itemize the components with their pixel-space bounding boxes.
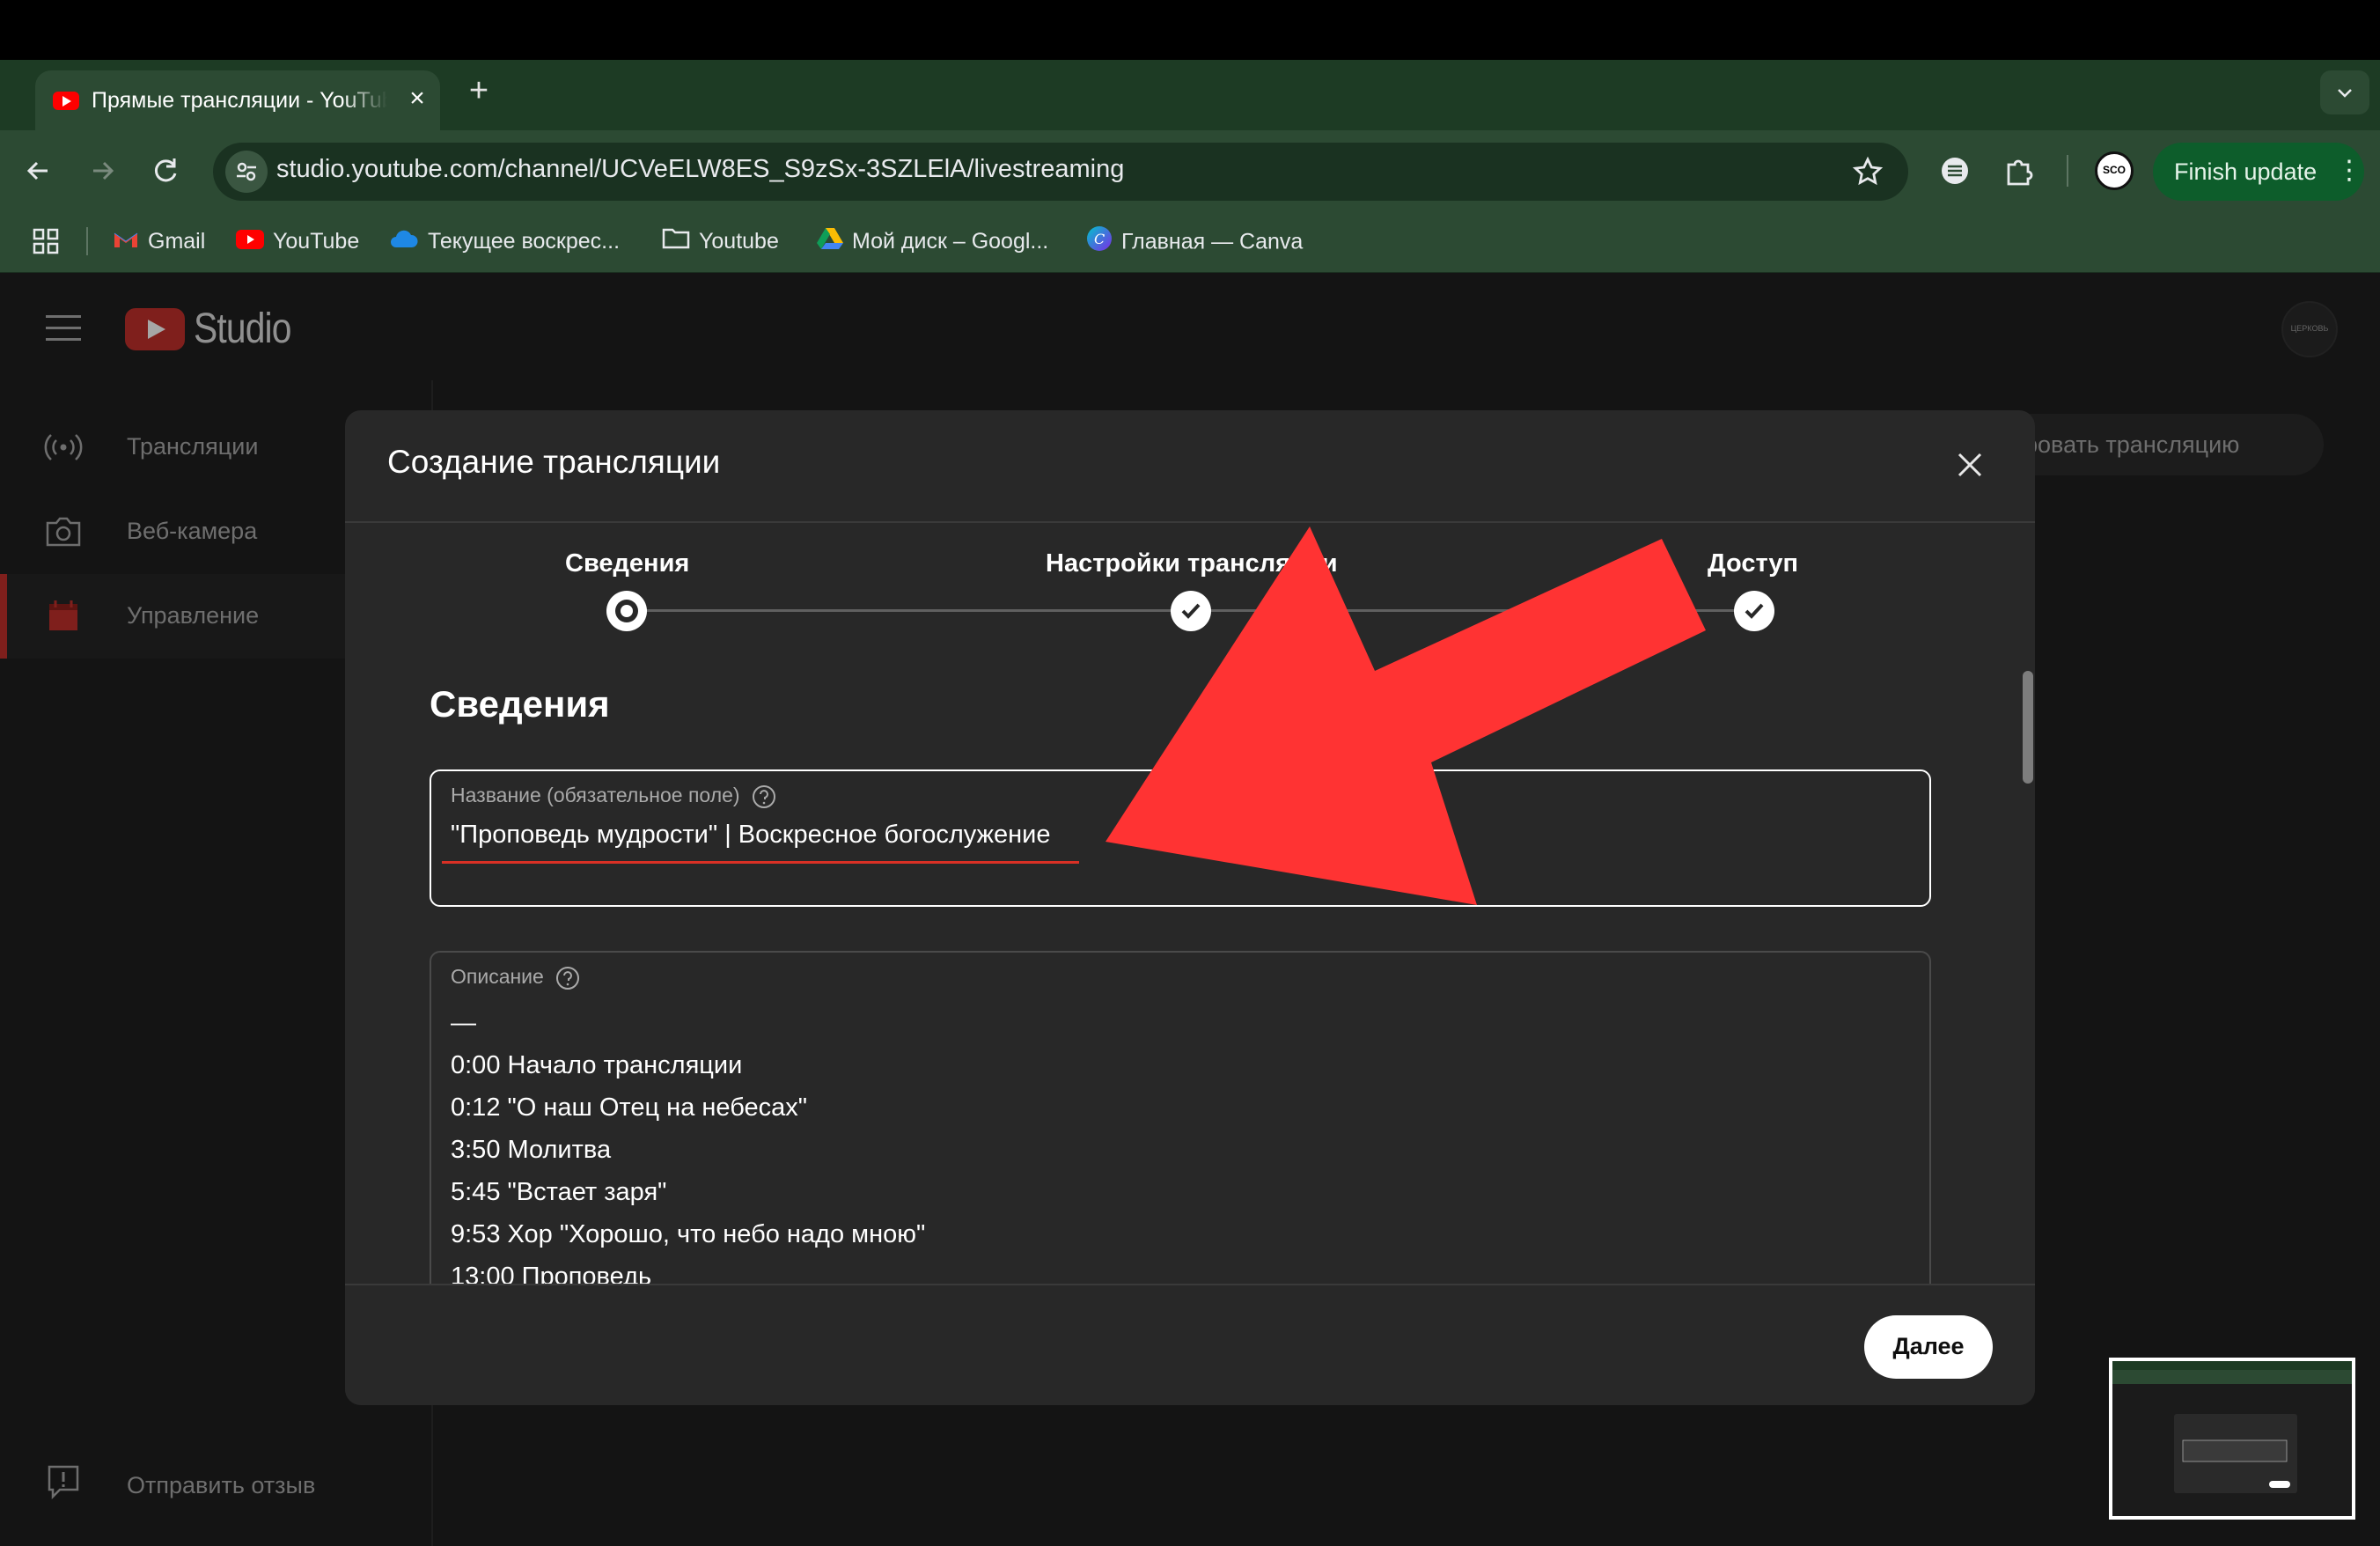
site-info-icon[interactable] bbox=[225, 151, 268, 193]
bookmark-canva[interactable]: C Главная — Canva bbox=[1086, 225, 1303, 257]
description-line: 0:00 Начало трансляции bbox=[451, 1051, 743, 1079]
extensions-icon[interactable] bbox=[1998, 151, 2038, 191]
description-field[interactable]: Описание — 0:00 Начало трансляции 0:12 "… bbox=[430, 951, 1931, 1321]
check-icon bbox=[1181, 603, 1201, 619]
close-icon[interactable] bbox=[1949, 444, 1991, 486]
dialog-footer bbox=[345, 1285, 2035, 1405]
description-line: 5:45 "Встает заря" bbox=[451, 1178, 667, 1206]
gmail-icon bbox=[113, 226, 139, 258]
dialog-scrollbar[interactable] bbox=[2023, 671, 2033, 784]
step-settings-label[interactable]: Настройки трансляции bbox=[1046, 549, 1338, 578]
back-icon[interactable] bbox=[19, 151, 58, 190]
tab-close-icon[interactable]: × bbox=[401, 83, 433, 114]
description-textarea[interactable]: — 0:00 Начало трансляции 0:12 "О наш Оте… bbox=[451, 1002, 925, 1298]
dialog-divider bbox=[345, 521, 2035, 523]
apps-grid-icon[interactable] bbox=[32, 227, 60, 260]
title-input[interactable]: "Проповедь мудрости" | Воскресное богосл… bbox=[451, 821, 1050, 850]
bookmark-label: Youtube bbox=[699, 229, 779, 254]
bookmark-label: Мой диск – Googl... bbox=[852, 229, 1049, 254]
more-vert-icon[interactable]: ⋮ bbox=[2336, 155, 2362, 186]
description-line: 0:12 "О наш Отец на небесах" bbox=[451, 1093, 808, 1122]
finish-update-button[interactable]: Finish update ⋮ bbox=[2153, 143, 2364, 201]
bookmark-label: YouTube bbox=[273, 229, 360, 254]
youtube-icon bbox=[236, 226, 264, 258]
thumbnail-preview-image bbox=[2112, 1361, 2352, 1516]
canva-icon: C bbox=[1086, 225, 1113, 261]
next-button[interactable]: Далее bbox=[1864, 1315, 1993, 1379]
bookmark-star-icon[interactable] bbox=[1848, 152, 1887, 191]
next-button-label: Далее bbox=[1892, 1333, 1965, 1359]
bookmark-label: Gmail bbox=[148, 229, 206, 254]
bookmarks-separator bbox=[86, 227, 88, 255]
bookmark-current-sunday[interactable]: Текущее воскрес... bbox=[389, 225, 620, 257]
profile-initials: SCO bbox=[2102, 164, 2126, 176]
step-access-dot[interactable] bbox=[1734, 591, 1774, 631]
step-settings-dot[interactable] bbox=[1171, 591, 1211, 631]
reading-list-icon[interactable] bbox=[1935, 151, 1975, 191]
bookmark-gmail[interactable]: Gmail bbox=[113, 225, 205, 257]
forward-icon[interactable] bbox=[83, 151, 121, 190]
new-tab-icon[interactable]: + bbox=[461, 74, 496, 109]
check-icon bbox=[1745, 603, 1764, 619]
description-field-label-row: Описание bbox=[451, 965, 581, 991]
svg-text:C: C bbox=[1094, 231, 1105, 247]
help-icon[interactable] bbox=[751, 784, 777, 810]
folder-icon bbox=[662, 226, 690, 258]
toolbar-divider bbox=[2067, 155, 2068, 187]
bookmark-label: Главная — Canva bbox=[1121, 229, 1304, 254]
google-drive-icon bbox=[817, 226, 843, 258]
description-line: 3:50 Молитва bbox=[451, 1136, 612, 1164]
description-line: — bbox=[451, 1009, 476, 1037]
window-top-bar bbox=[0, 0, 2380, 60]
step-details-dot[interactable] bbox=[606, 591, 647, 631]
description-line: 9:53 Хор "Хорошо, что небо надо мною" bbox=[451, 1220, 926, 1248]
tab-search-button[interactable] bbox=[2320, 70, 2369, 114]
bookmark-label: Текущее воскрес... bbox=[428, 229, 621, 254]
cloud-icon bbox=[389, 226, 419, 258]
reload-icon[interactable] bbox=[146, 151, 185, 190]
bookmark-youtube-folder[interactable]: Youtube bbox=[662, 225, 779, 257]
dialog-divider bbox=[345, 1284, 2035, 1285]
browser-tab-active[interactable]: Прямые трансляции - YouTube Studio × bbox=[35, 70, 440, 130]
bookmark-google-drive[interactable]: Мой диск – Googl... bbox=[817, 225, 1048, 257]
title-field-label-row: Название (обязательное поле) bbox=[451, 784, 777, 810]
spellcheck-underline bbox=[442, 861, 1079, 864]
tab-strip: Прямые трансляции - YouTube Studio × bbox=[0, 60, 2380, 130]
step-access-label[interactable]: Доступ bbox=[1708, 549, 1798, 578]
youtube-favicon-icon bbox=[53, 92, 79, 110]
finish-update-label: Finish update bbox=[2174, 158, 2318, 185]
bookmark-youtube[interactable]: YouTube bbox=[236, 225, 359, 257]
title-field[interactable]: Название (обязательное поле) "Проповедь … bbox=[430, 769, 1931, 907]
create-stream-dialog: Создание трансляции Сведения Настройки т… bbox=[345, 410, 2035, 1405]
tab-title: Прямые трансляции - YouTube Studio bbox=[92, 88, 387, 113]
url-text[interactable]: studio.youtube.com/channel/UCVeELW8ES_S9… bbox=[276, 155, 1124, 184]
dialog-title: Создание трансляции bbox=[387, 444, 721, 480]
help-icon[interactable] bbox=[555, 965, 581, 991]
step-details-label[interactable]: Сведения bbox=[565, 549, 689, 578]
chevron-down-icon bbox=[2338, 89, 2352, 98]
section-title: Сведения bbox=[430, 683, 610, 725]
description-field-label: Описание bbox=[451, 965, 544, 989]
profile-avatar[interactable]: SCO bbox=[2095, 151, 2134, 190]
title-field-label: Название (обязательное поле) bbox=[451, 784, 740, 807]
screenshot-thumbnail[interactable] bbox=[2109, 1358, 2355, 1520]
